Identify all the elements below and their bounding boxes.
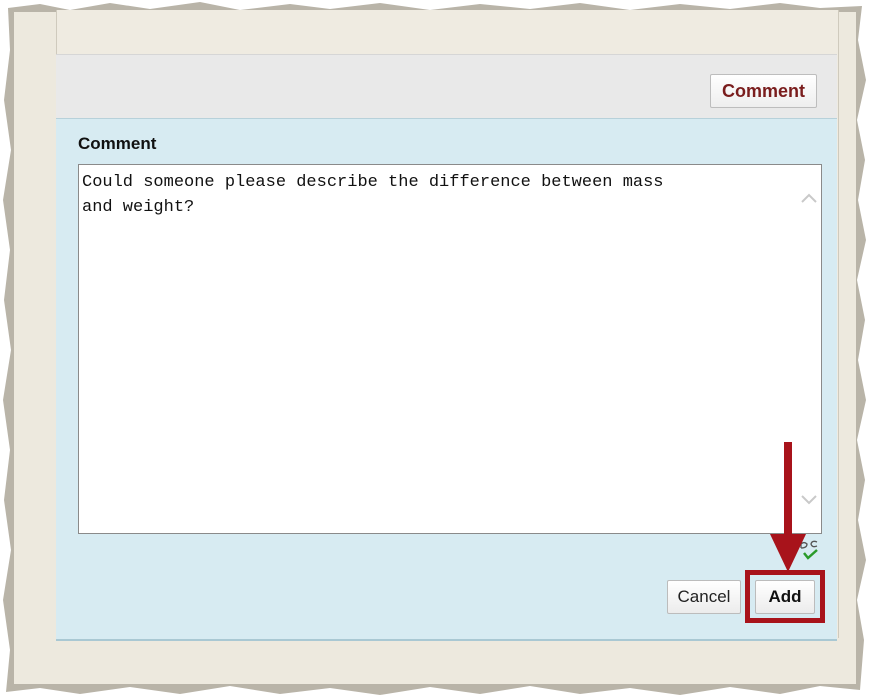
add-button[interactable]: Add <box>755 580 815 614</box>
comment-button[interactable]: Comment <box>710 74 817 108</box>
chevron-up-icon[interactable] <box>796 188 822 208</box>
cancel-button[interactable]: Cancel <box>667 580 741 614</box>
comment-field-label: Comment <box>78 134 157 153</box>
comment-text[interactable]: Could someone please describe the differ… <box>82 170 782 220</box>
arrow-down-icon <box>770 442 806 572</box>
